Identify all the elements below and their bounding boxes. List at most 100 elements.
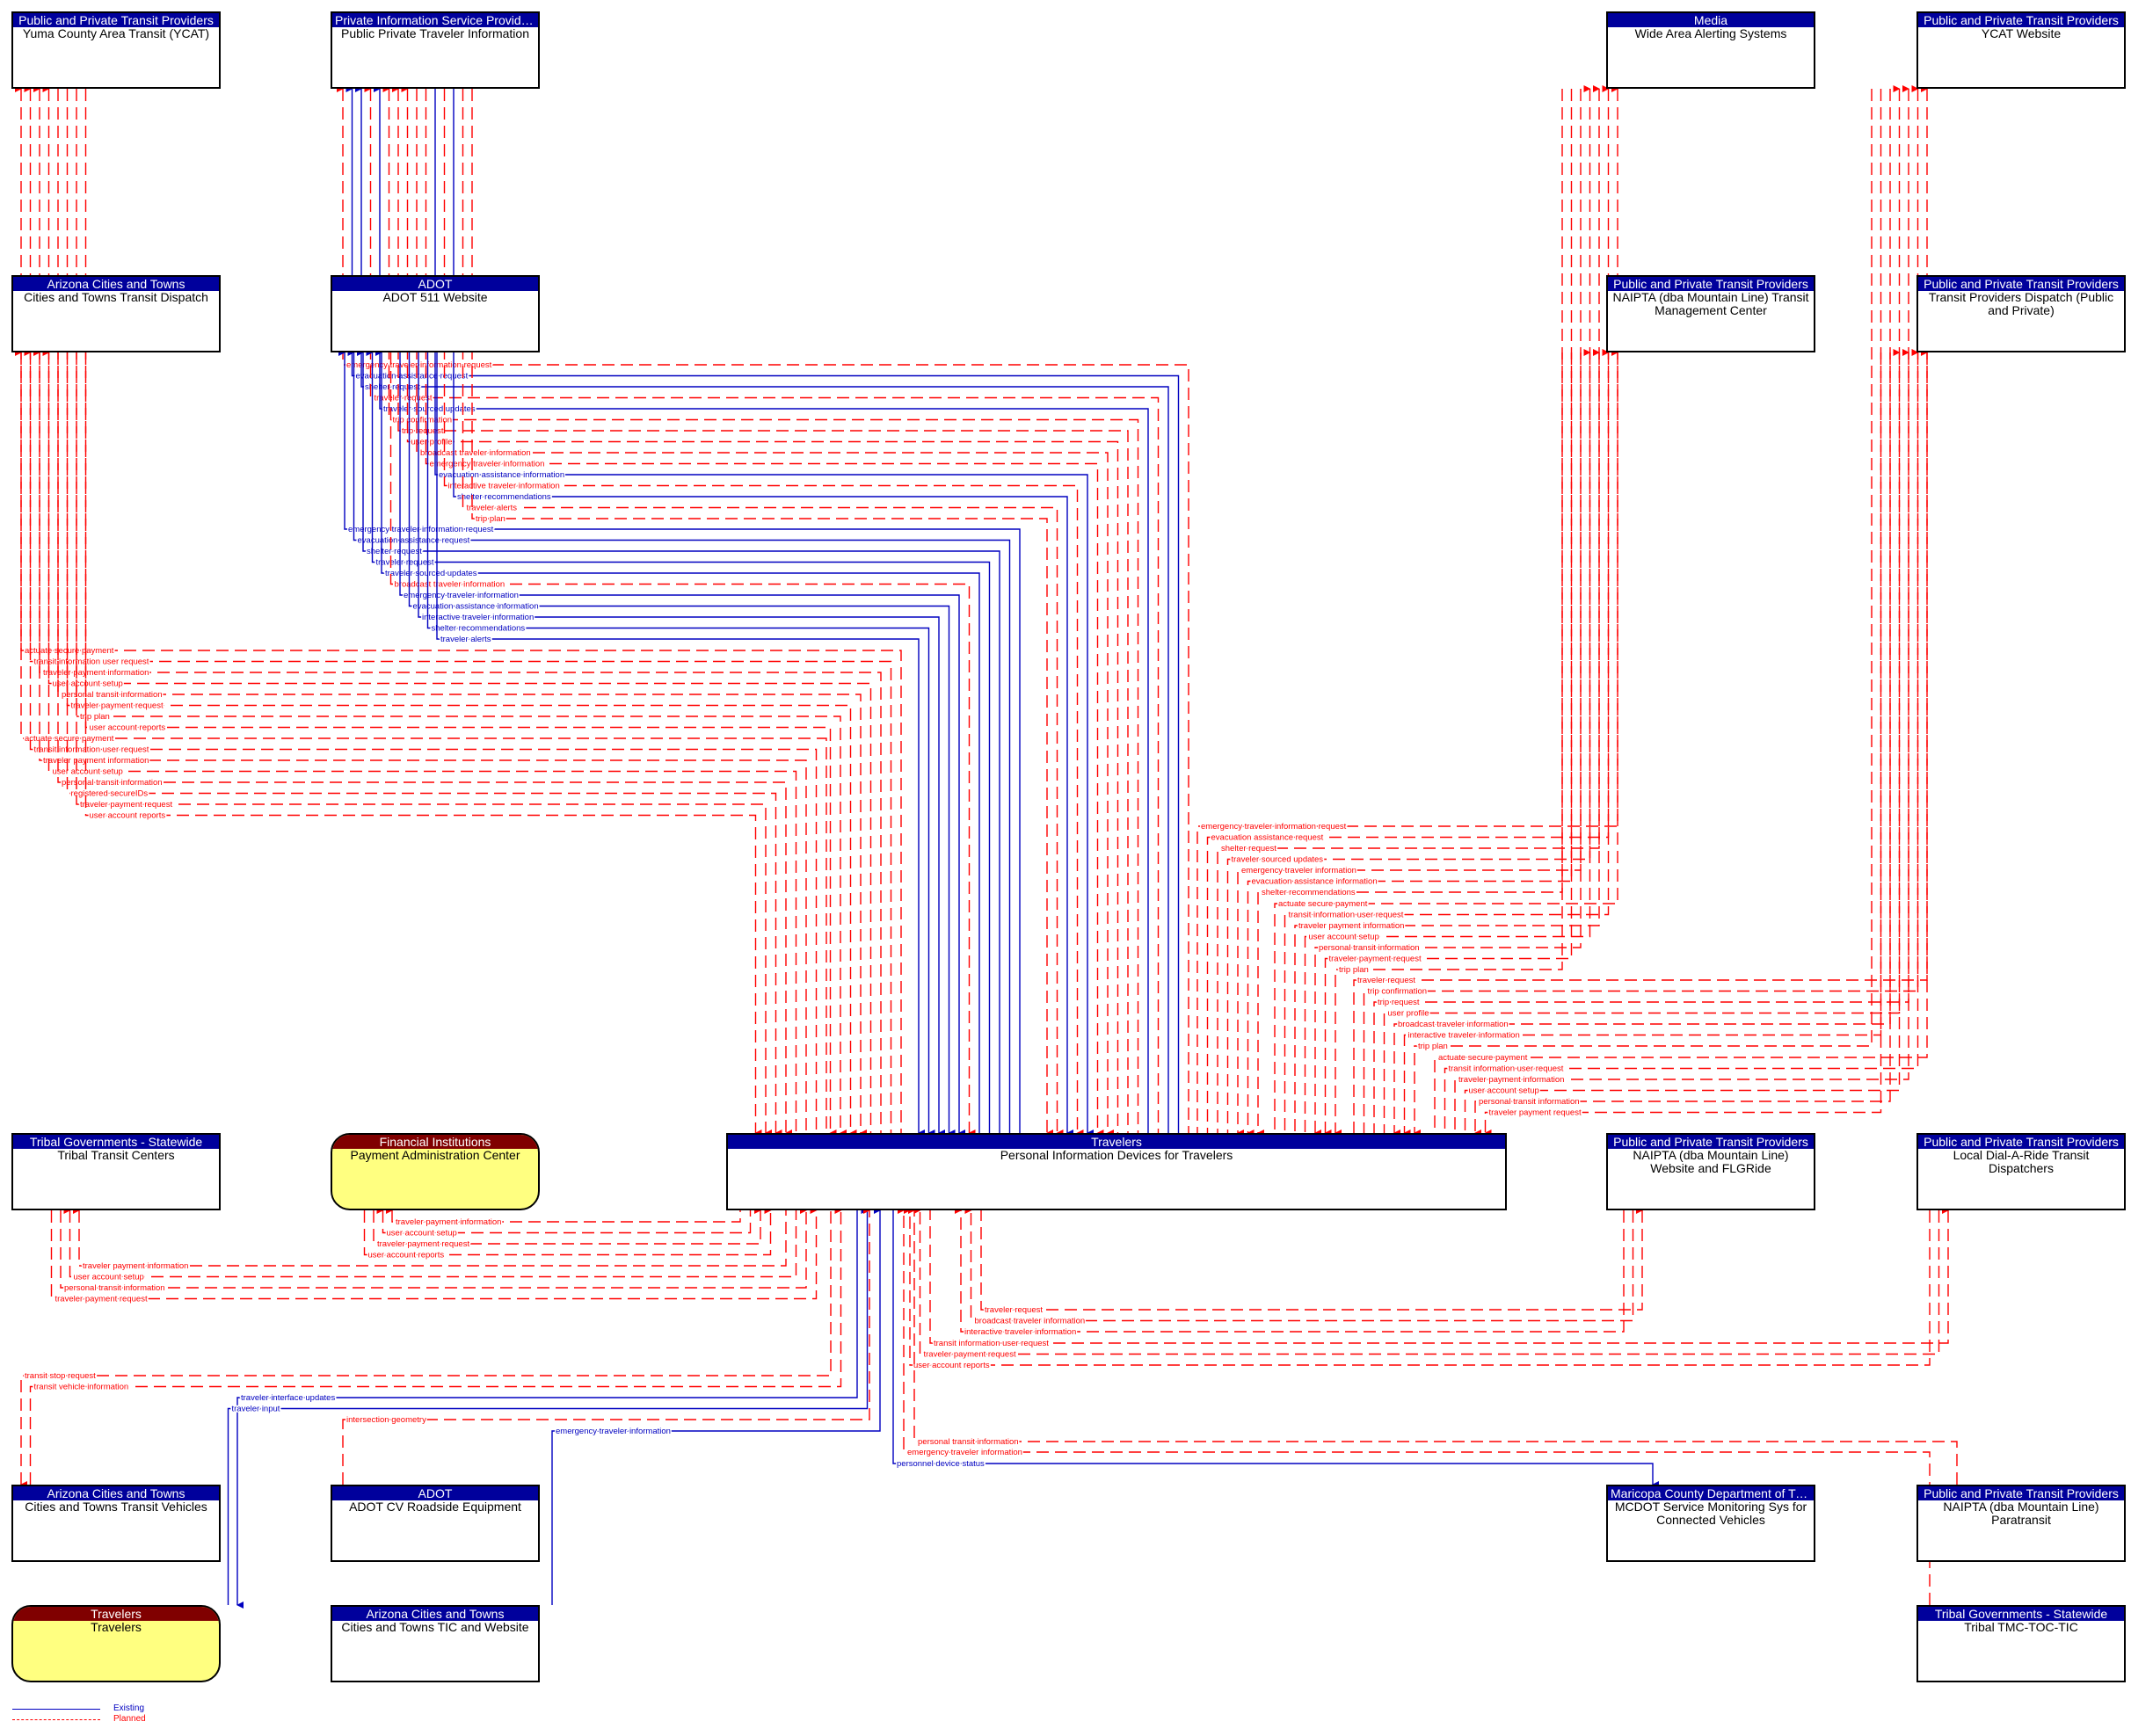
flow-label: shelter request — [1221, 844, 1276, 853]
flow-line[interactable] — [453, 89, 1073, 1137]
node-category: Maricopa County Department of Tran... — [1608, 1486, 1814, 1500]
flow-label: emergency traveler information request — [346, 360, 492, 370]
flow-line[interactable] — [964, 1207, 1634, 1322]
flow-label: actuate secure payment — [1278, 899, 1368, 909]
node-naiptatmc[interactable]: Public and Private Transit Providers NAIP… — [1606, 275, 1815, 352]
flow-label: trip confirmation — [393, 416, 453, 425]
flow-line[interactable] — [1484, 352, 1882, 1137]
node-adotcv[interactable]: ADOT ADOT CV Roadside Equipment — [331, 1485, 540, 1562]
flow-label: traveler request — [985, 1305, 1043, 1315]
flow-line[interactable] — [462, 89, 1064, 1137]
flow-line[interactable] — [42, 349, 797, 1133]
node-name: ADOT 511 Website — [382, 290, 488, 304]
flow-line[interactable] — [1284, 349, 1610, 1133]
flow-line[interactable] — [908, 1207, 1958, 1485]
flow-line[interactable] — [1363, 85, 1919, 1133]
node-ldar[interactable]: Public and Private Transit Providers Loca… — [1916, 1133, 2126, 1210]
node-name: Tribal Transit Centers — [57, 1148, 175, 1162]
flow-line[interactable] — [1304, 349, 1591, 1133]
flow-line[interactable] — [1444, 349, 1919, 1133]
node-category: Tribal Governments - Statewide — [1918, 1607, 2124, 1621]
node-ttc[interactable]: Tribal Governments - Statewide Tribal Tra… — [11, 1133, 221, 1210]
flow-line[interactable] — [76, 352, 772, 1137]
flow-label: personal transit information — [1479, 1097, 1580, 1107]
node-naiptapara[interactable]: Public and Private Transit Providers NAIP… — [1916, 1485, 2126, 1562]
flow-label: traveler payment request — [377, 1239, 469, 1249]
planned-line-sample — [12, 1719, 100, 1720]
flow-line[interactable] — [443, 89, 1084, 1137]
flow-label: actuate secure payment — [25, 646, 114, 656]
flow-label: personal transit information — [64, 1283, 165, 1293]
flow-line[interactable] — [980, 1207, 1643, 1311]
flow-label: user account reports — [90, 723, 166, 733]
node-adot511[interactable]: ADOT ADOT 511 Website — [331, 275, 540, 352]
node-name: Travelers — [91, 1620, 142, 1634]
legend-planned-label: Planned — [113, 1714, 146, 1724]
node-ycat[interactable]: Public and Private Transit Providers Yuma… — [11, 11, 221, 89]
node-mcdot[interactable]: Maricopa County Department of Tran... MCD… — [1606, 1485, 1815, 1562]
node-ppti[interactable]: Private Information Service Providers Pub… — [331, 11, 540, 89]
node-cttic[interactable]: Arizona Cities and Towns Cities and Towns… — [331, 1605, 540, 1682]
node-tribaltmc[interactable]: Tribal Governments - Statewide Tribal TMC… — [1916, 1605, 2126, 1682]
flow-line[interactable] — [1454, 349, 1909, 1133]
legend: Existing Planned — [12, 1703, 188, 1730]
flow-line[interactable] — [1464, 349, 1901, 1133]
flow-line[interactable] — [1335, 352, 1563, 1137]
flow-label: traveler request — [375, 394, 433, 403]
flow-line[interactable] — [227, 1207, 869, 1605]
node-naiptaweb[interactable]: Public and Private Transit Providers NAIP… — [1606, 1133, 1815, 1210]
node-category: Travelers — [728, 1135, 1505, 1149]
node-category: Public and Private Transit Providers — [1918, 13, 2124, 27]
node-name: YCAT Website — [1981, 26, 2062, 40]
flow-label: emergency traveler information — [404, 591, 519, 600]
node-name: Cities and Towns Transit Dispatch — [24, 290, 208, 304]
node-waas[interactable]: Media Wide Area Alerting Systems — [1606, 11, 1815, 89]
node-name: Tribal TMC-TOC-TIC — [1964, 1620, 2078, 1634]
flow-label: actuate secure payment — [25, 734, 114, 744]
flow-line[interactable] — [1474, 352, 1891, 1137]
flow-line[interactable] — [1294, 349, 1600, 1133]
flow-label: user account setup — [1309, 933, 1379, 942]
flow-line[interactable] — [84, 352, 762, 1137]
node-pac[interactable]: Financial Institutions Payment Administra… — [331, 1133, 540, 1210]
flow-line[interactable] — [471, 89, 1053, 1137]
flow-label: traveler sourced updates — [385, 569, 477, 578]
flow-line[interactable] — [1353, 85, 1928, 1133]
flow-line[interactable] — [1414, 89, 1873, 1137]
node-category: Public and Private Transit Providers — [1918, 277, 2124, 291]
flow-label: traveler payment request — [80, 800, 172, 810]
flow-line[interactable] — [1434, 349, 1928, 1133]
flow-label: personal transit information — [918, 1437, 1019, 1447]
node-name: MCDOT Service Monitoring Sys for Connect… — [1614, 1500, 1807, 1527]
node-cttd[interactable]: Arizona Cities and Towns Cities and Towns… — [11, 275, 221, 352]
flow-label: traveler payment information — [43, 756, 149, 766]
node-ycatweb[interactable]: Public and Private Transit Providers YCAT… — [1916, 11, 2126, 89]
flow-label: trip plan — [1418, 1042, 1448, 1051]
flow-line[interactable] — [1314, 352, 1582, 1137]
flow-line[interactable] — [33, 349, 807, 1133]
node-tpd[interactable]: Public and Private Transit Providers Tran… — [1916, 275, 2126, 352]
node-name: Personal Information Devices for Travele… — [1000, 1148, 1233, 1162]
node-travelers[interactable]: Travelers Travelers — [11, 1605, 221, 1682]
flow-label: user account setup — [53, 767, 123, 777]
flow-line[interactable] — [66, 352, 782, 1137]
flow-line[interactable] — [15, 349, 827, 1133]
flow-line[interactable] — [1383, 85, 1901, 1133]
node-category: Public and Private Transit Providers — [1608, 1135, 1814, 1149]
flow-line[interactable] — [904, 1207, 1931, 1366]
flow-line[interactable] — [955, 1207, 1625, 1333]
flow-line[interactable] — [1274, 349, 1618, 1133]
flow-line[interactable] — [1403, 89, 1882, 1137]
flow-line[interactable] — [57, 352, 792, 1137]
flow-label: transit stop request — [25, 1371, 96, 1381]
flow-label: transit information user request — [34, 745, 149, 755]
flow-line[interactable] — [1393, 89, 1891, 1137]
legend-existing: Existing — [12, 1703, 188, 1714]
flow-line[interactable] — [1373, 85, 1909, 1133]
flow-label: traveler alerts — [467, 504, 518, 513]
node-pid[interactable]: Travelers Personal Information Devices fo… — [726, 1133, 1507, 1210]
flow-label: trip confirmation — [1368, 987, 1428, 997]
node-cttv[interactable]: Arizona Cities and Towns Cities and Towns… — [11, 1485, 221, 1562]
flow-line[interactable] — [24, 349, 818, 1133]
flow-line[interactable] — [1324, 352, 1573, 1137]
